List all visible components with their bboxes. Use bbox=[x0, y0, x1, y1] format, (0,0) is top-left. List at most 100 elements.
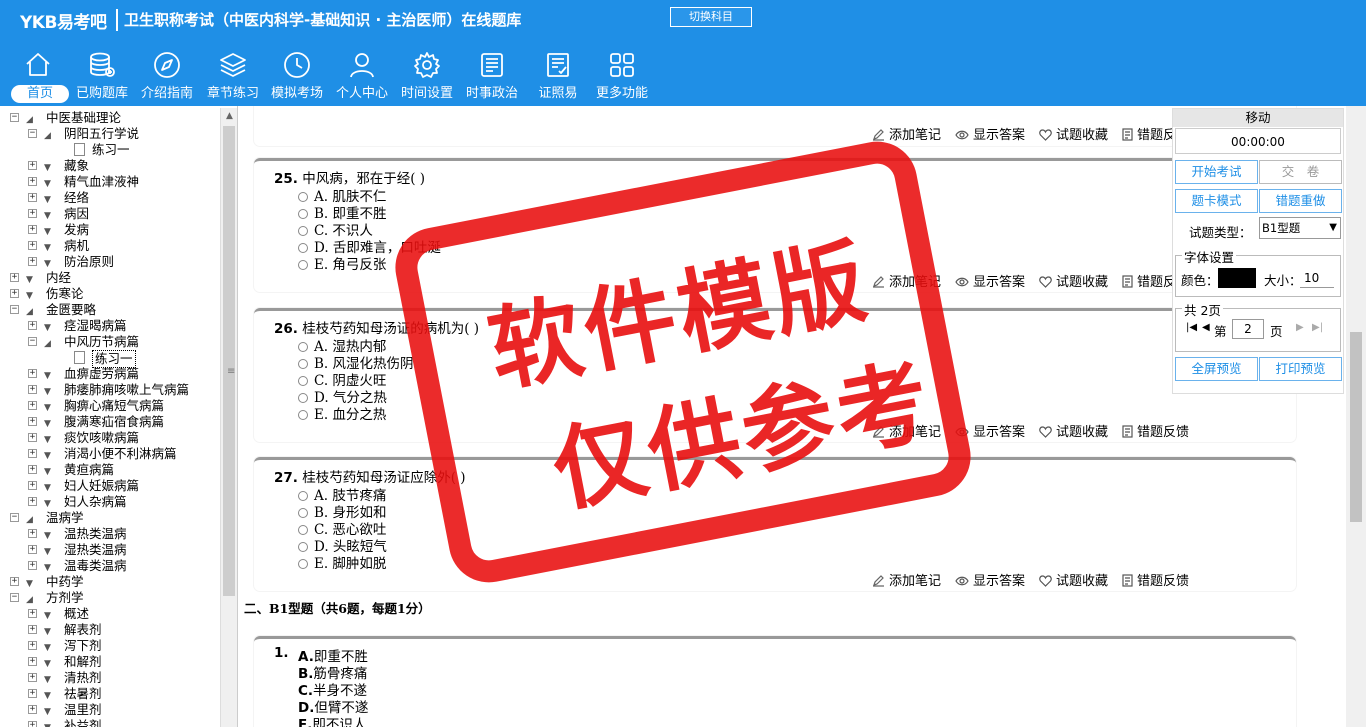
show-answer-button[interactable]: 显示答案 bbox=[955, 124, 1025, 143]
nav-item-6[interactable]: 时间设置 bbox=[392, 46, 462, 104]
show-answer-button[interactable]: 显示答案 bbox=[955, 570, 1025, 589]
scroll-up-icon[interactable]: ▲ bbox=[221, 108, 238, 124]
radio-button[interactable] bbox=[298, 260, 308, 270]
expand-icon[interactable]: + bbox=[28, 225, 37, 234]
expand-icon[interactable]: + bbox=[28, 689, 37, 698]
nav-item-2[interactable]: 介绍指南 bbox=[132, 46, 202, 104]
redo-wrong-button[interactable]: 错题重做 bbox=[1259, 189, 1342, 213]
expand-icon[interactable]: + bbox=[28, 705, 37, 714]
radio-button[interactable] bbox=[298, 491, 308, 501]
radio-button[interactable] bbox=[298, 209, 308, 219]
expand-icon[interactable]: + bbox=[28, 497, 37, 506]
color-swatch[interactable] bbox=[1218, 268, 1256, 288]
expand-icon[interactable]: + bbox=[28, 721, 37, 727]
font-size-input[interactable]: 10 bbox=[1300, 268, 1334, 288]
show-answer-button[interactable]: 显示答案 bbox=[955, 271, 1025, 290]
expand-icon[interactable]: + bbox=[28, 321, 37, 330]
expand-icon[interactable]: + bbox=[28, 209, 37, 218]
nav-item-0[interactable]: 首页 bbox=[3, 46, 73, 104]
expand-icon[interactable]: + bbox=[28, 465, 37, 474]
panel-move-handle[interactable]: 移动 bbox=[1173, 109, 1343, 127]
tree-scrollbar[interactable]: ▲ ≡ bbox=[220, 108, 237, 727]
expand-icon[interactable]: + bbox=[28, 161, 37, 170]
expand-icon[interactable]: + bbox=[28, 401, 37, 410]
radio-button[interactable] bbox=[298, 243, 308, 253]
radio-button[interactable] bbox=[298, 508, 308, 518]
expand-icon[interactable]: + bbox=[10, 273, 19, 282]
collapse-icon[interactable]: − bbox=[28, 129, 37, 138]
nav-item-1[interactable]: 已购题库 bbox=[67, 46, 137, 104]
radio-button[interactable] bbox=[298, 525, 308, 535]
radio-button[interactable] bbox=[298, 226, 308, 236]
card-mode-button[interactable]: 题卡模式 bbox=[1175, 189, 1258, 213]
answer-option[interactable]: E. 脚肿如脱 bbox=[298, 552, 386, 572]
collapse-icon[interactable]: − bbox=[10, 593, 19, 602]
collapse-icon[interactable]: − bbox=[10, 513, 19, 522]
last-page-icon[interactable]: ▶| bbox=[1312, 322, 1323, 333]
expand-icon[interactable]: + bbox=[10, 577, 19, 586]
content-scrollbar[interactable] bbox=[1346, 106, 1366, 727]
tree-node-label: 消渴小便不利淋病篇 bbox=[64, 446, 177, 461]
fullscreen-preview-button[interactable]: 全屏预览 bbox=[1175, 357, 1258, 381]
expand-icon[interactable]: + bbox=[28, 561, 37, 570]
favorite-button[interactable]: 试题收藏 bbox=[1039, 124, 1108, 143]
expand-icon[interactable]: + bbox=[28, 673, 37, 682]
content-scroll-thumb[interactable] bbox=[1350, 332, 1362, 522]
answer-option[interactable]: E. 血分之热 bbox=[298, 403, 386, 423]
radio-button[interactable] bbox=[298, 376, 308, 386]
expand-icon[interactable]: + bbox=[28, 625, 37, 634]
first-page-icon[interactable]: |◀ bbox=[1186, 322, 1197, 333]
prev-page-icon[interactable]: ◀ bbox=[1202, 322, 1210, 333]
radio-button[interactable] bbox=[298, 359, 308, 369]
report-error-button[interactable]: 错题反馈 bbox=[1122, 570, 1189, 589]
expand-icon[interactable]: + bbox=[28, 529, 37, 538]
next-page-icon[interactable]: ▶ bbox=[1296, 322, 1304, 333]
radio-button[interactable] bbox=[298, 192, 308, 202]
nav-item-4[interactable]: 模拟考场 bbox=[262, 46, 332, 104]
page-input[interactable]: 2 bbox=[1232, 319, 1264, 339]
expand-icon[interactable]: + bbox=[28, 241, 37, 250]
expand-icon[interactable]: + bbox=[28, 609, 37, 618]
answer-option[interactable]: E. 角弓反张 bbox=[298, 253, 386, 273]
start-exam-button[interactable]: 开始考试 bbox=[1175, 160, 1258, 184]
report-error-button[interactable]: 错题反 bbox=[1122, 271, 1176, 290]
expand-icon[interactable]: + bbox=[28, 257, 37, 266]
expand-icon[interactable]: + bbox=[28, 657, 37, 666]
radio-button[interactable] bbox=[298, 542, 308, 552]
collapse-icon[interactable]: − bbox=[28, 337, 37, 346]
question-type-select[interactable]: B1型题 ▼ bbox=[1259, 217, 1341, 239]
favorite-button[interactable]: 试题收藏 bbox=[1039, 271, 1108, 290]
radio-button[interactable] bbox=[298, 559, 308, 569]
tree-scroll-thumb[interactable]: ≡ bbox=[223, 126, 235, 596]
radio-button[interactable] bbox=[298, 393, 308, 403]
expand-icon[interactable]: + bbox=[28, 449, 37, 458]
expand-icon[interactable]: + bbox=[28, 193, 37, 202]
nav-item-5[interactable]: 个人中心 bbox=[327, 46, 397, 104]
collapse-icon[interactable]: − bbox=[10, 305, 19, 314]
expand-icon[interactable]: + bbox=[28, 385, 37, 394]
nav-item-8[interactable]: 证照易 bbox=[523, 46, 593, 104]
expand-icon[interactable]: + bbox=[28, 177, 37, 186]
switch-subject-button[interactable]: 切换科目 bbox=[670, 7, 752, 27]
expand-icon[interactable]: + bbox=[28, 481, 37, 490]
expand-icon[interactable]: + bbox=[28, 433, 37, 442]
nav-item-3[interactable]: 章节练习 bbox=[198, 46, 268, 104]
favorite-button[interactable]: 试题收藏 bbox=[1039, 421, 1108, 440]
nav-item-7[interactable]: 时事政治 bbox=[457, 46, 527, 104]
print-preview-button[interactable]: 打印预览 bbox=[1259, 357, 1342, 381]
nav-item-9[interactable]: 更多功能 bbox=[587, 46, 657, 104]
report-error-button[interactable]: 错题反馈 bbox=[1122, 421, 1189, 440]
expand-icon[interactable]: + bbox=[28, 369, 37, 378]
add-note-button[interactable]: 添加笔记 bbox=[872, 124, 941, 143]
expand-icon[interactable]: + bbox=[10, 289, 19, 298]
report-error-button[interactable]: 错题反 bbox=[1122, 124, 1176, 143]
collapse-icon[interactable]: − bbox=[10, 113, 19, 122]
add-note-button[interactable]: 添加笔记 bbox=[872, 570, 941, 589]
radio-button[interactable] bbox=[298, 342, 308, 352]
radio-button[interactable] bbox=[298, 410, 308, 420]
expand-icon[interactable]: + bbox=[28, 641, 37, 650]
favorite-button[interactable]: 试题收藏 bbox=[1039, 570, 1108, 589]
submit-button[interactable]: 交 卷 bbox=[1259, 160, 1342, 184]
expand-icon[interactable]: + bbox=[28, 417, 37, 426]
expand-icon[interactable]: + bbox=[28, 545, 37, 554]
